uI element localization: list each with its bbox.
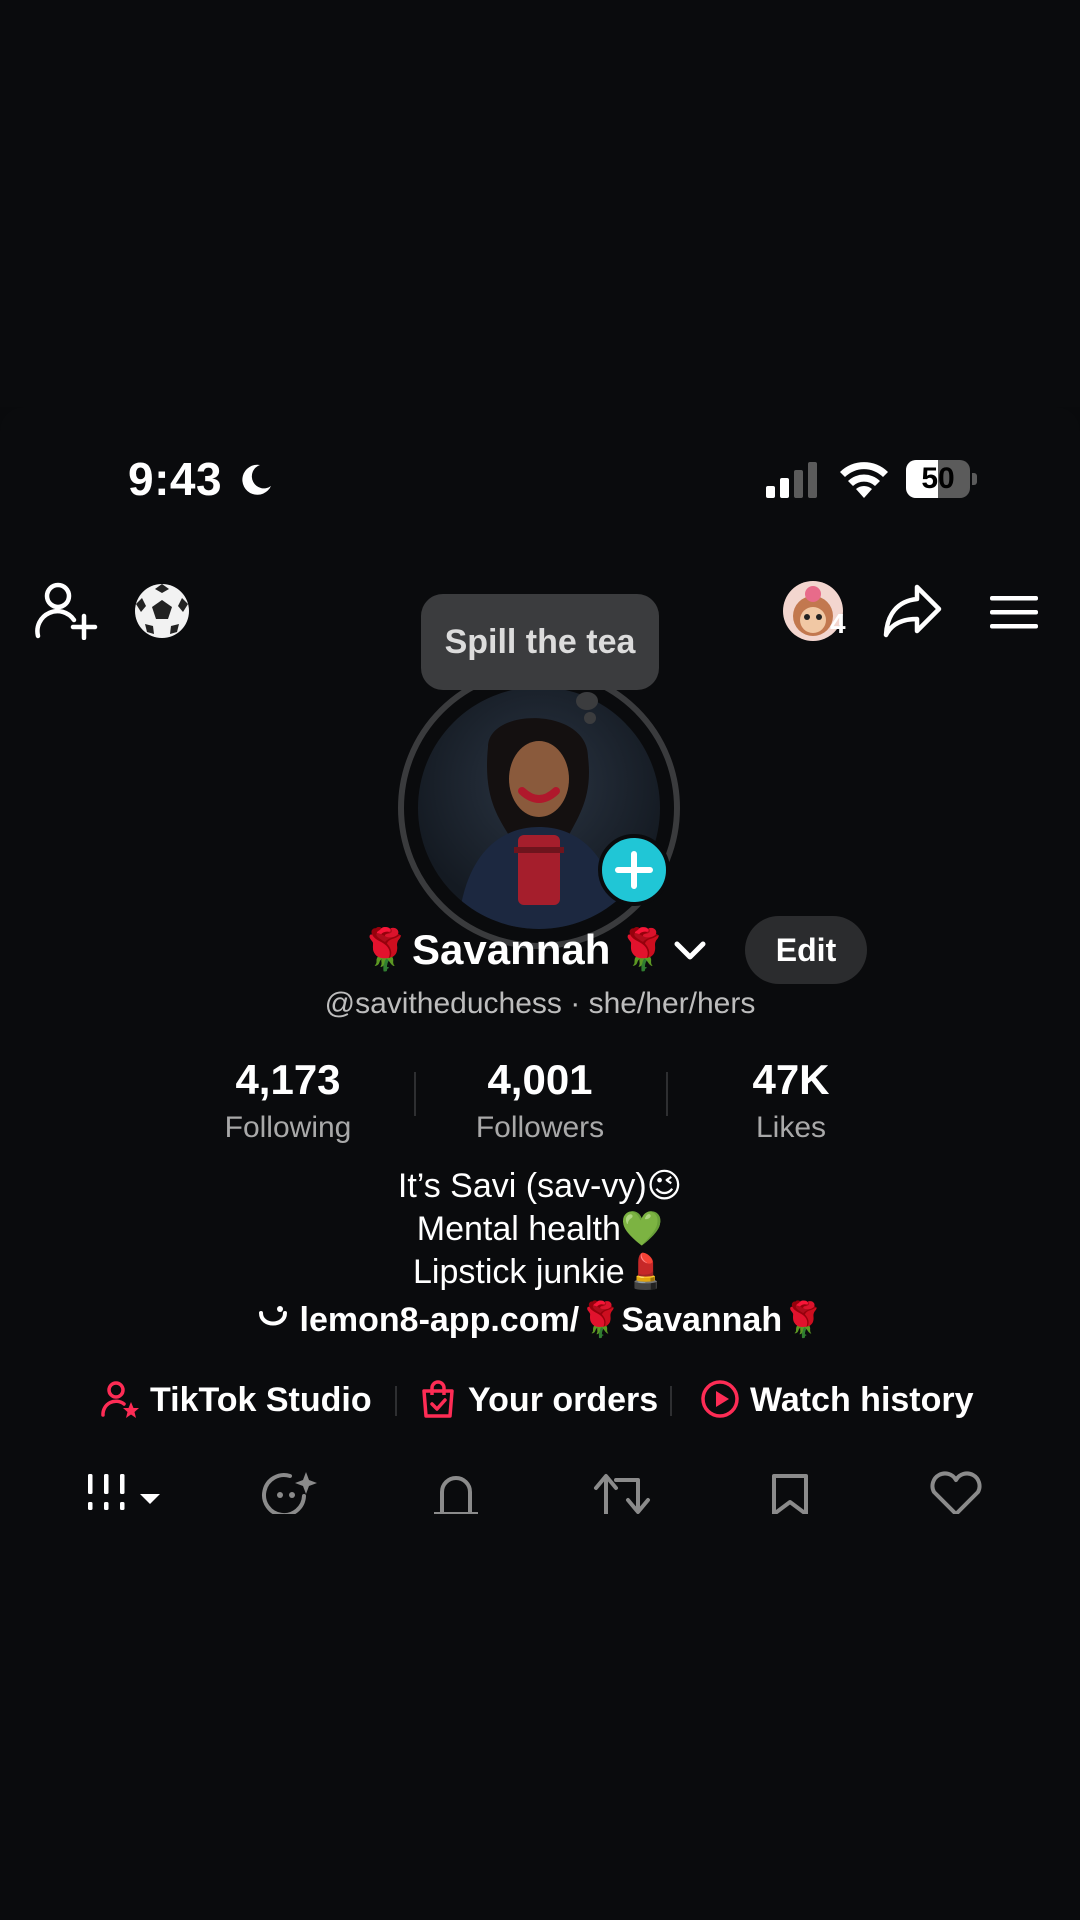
likes-label: Likes — [755, 1111, 827, 1144]
grid-icon[interactable] — [86, 1470, 166, 1514]
soccer-icon[interactable] — [133, 582, 191, 640]
tiktok-studio-label: TikTok Studio — [150, 1381, 372, 1419]
screen: 9:43 50 4 Spill the tea 🌹 Savannah 🌹 Edi… — [0, 0, 1080, 1920]
watch-history-link[interactable]: Watch history — [700, 1376, 974, 1424]
following-count: 4,173 — [235, 1056, 341, 1103]
heart-icon[interactable] — [926, 1470, 986, 1514]
followers-count: 4,001 — [487, 1056, 593, 1103]
share-icon[interactable] — [883, 583, 943, 639]
moon-icon — [242, 464, 271, 495]
battery-indicator: 50 — [906, 460, 978, 500]
bio-line-2: Mental health💚 — [416, 1210, 664, 1248]
watch-history-label: Watch history — [750, 1381, 974, 1419]
bio-line-1: It’s Savi (sav-vy)😉 — [397, 1167, 683, 1205]
menu-icon[interactable] — [988, 590, 1040, 634]
followers-label: Followers — [475, 1111, 605, 1144]
ai-face-icon[interactable] — [260, 1470, 320, 1514]
your-orders-label: Your orders — [468, 1381, 659, 1419]
rose-emoji-left: 🌹 — [360, 928, 410, 972]
bio-link-text: lemon8-app.com/🌹Savannah🌹 — [299, 1301, 825, 1339]
edit-button[interactable]: Edit — [745, 916, 867, 984]
your-orders-link[interactable]: Your orders — [418, 1376, 658, 1424]
avatar-badge-count: 4 — [830, 608, 846, 639]
rose-emoji-right: 🌹 — [618, 928, 668, 972]
status-time: 9:43 — [128, 453, 223, 505]
bookmark-icon[interactable] — [760, 1470, 820, 1514]
battery-level: 50 — [921, 462, 955, 495]
tooltip-tail — [576, 692, 598, 710]
quick-link-divider — [670, 1386, 672, 1416]
username-pronouns: @savitheduchess · she/her/hers — [324, 987, 756, 1020]
creator-icon — [101, 1381, 139, 1418]
following-label: Following — [224, 1111, 352, 1144]
top-blank-area — [0, 0, 1080, 407]
wifi-icon — [840, 462, 888, 498]
add-friend-icon[interactable] — [34, 580, 98, 640]
quick-link-divider — [395, 1386, 397, 1416]
bio-link[interactable]: lemon8-app.com/🌹Savannah🌹 — [0, 1298, 1080, 1342]
shopping-bag-icon — [422, 1380, 454, 1418]
likes-count: 47K — [752, 1056, 830, 1103]
lock-icon[interactable] — [426, 1470, 486, 1514]
spill-the-tea-bubble[interactable]: Spill the tea — [421, 594, 659, 690]
profile-name-text: Savannah — [412, 926, 611, 973]
signal-icon — [766, 462, 817, 498]
stat-divider — [414, 1072, 416, 1116]
bio-line-3: Lipstick junkie💄 — [413, 1253, 667, 1291]
profile-name[interactable]: Savannah — [412, 922, 610, 978]
followers-stat[interactable]: 4,001 Followers — [420, 1052, 660, 1148]
link-icon — [258, 1306, 287, 1326]
stat-divider — [666, 1072, 668, 1116]
play-circle-icon — [701, 1380, 739, 1418]
likes-stat[interactable]: 47K Likes — [671, 1052, 911, 1148]
tiktok-studio-link[interactable]: TikTok Studio — [100, 1376, 372, 1424]
tooltip-tail-dot — [584, 712, 596, 724]
repost-icon[interactable] — [592, 1470, 652, 1514]
following-stat[interactable]: 4,173 Following — [168, 1052, 408, 1148]
content-area — [0, 1516, 1080, 1920]
chevron-down-icon[interactable] — [672, 938, 708, 964]
add-photo-button[interactable] — [598, 834, 670, 906]
